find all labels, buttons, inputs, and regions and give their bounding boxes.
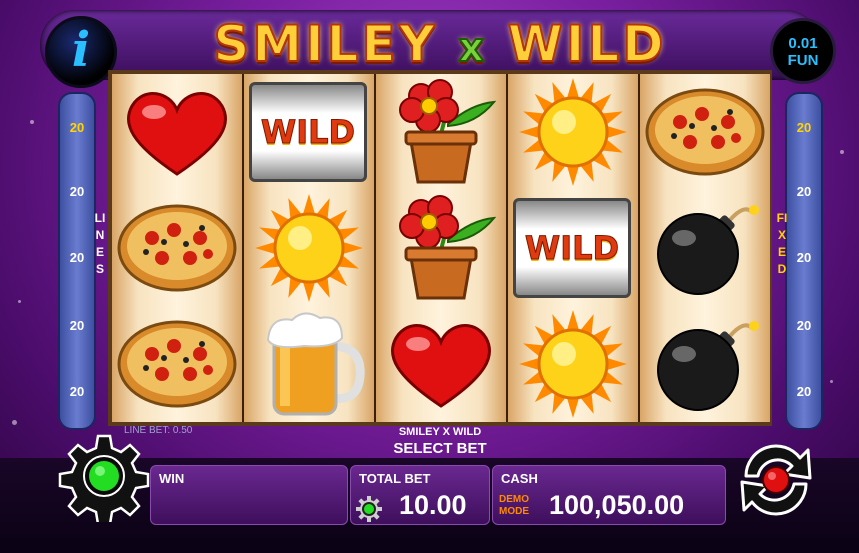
symbol-beer	[244, 306, 374, 422]
demo-mode-label: DEMO MODE	[499, 494, 529, 518]
symbol-wild: WILD	[508, 190, 638, 306]
reel-2: WILD	[244, 74, 374, 422]
line-value[interactable]: 20	[60, 250, 94, 265]
coin-value: 0.01	[788, 35, 818, 52]
pizza-icon	[645, 88, 765, 176]
currency-label: FUN	[787, 52, 819, 69]
symbol-wild: WILD	[244, 74, 374, 190]
line-value[interactable]: 20	[60, 318, 94, 333]
game-title: SMILEY x WILD	[212, 14, 667, 74]
total-bet-value: 10.00	[399, 490, 467, 520]
reel-5	[640, 74, 770, 422]
pizza-icon	[117, 320, 237, 408]
settings-gear-icon[interactable]	[58, 430, 150, 522]
symbol-sun	[508, 306, 638, 422]
reel-1	[112, 74, 242, 422]
wild-symbol: WILD	[249, 82, 367, 182]
symbol-pizza	[112, 306, 242, 422]
wild-symbol: WILD	[513, 198, 631, 298]
sun-icon	[519, 78, 627, 186]
line-value: 20	[796, 120, 812, 135]
reel-3	[376, 74, 506, 422]
line-value[interactable]: 20	[60, 384, 94, 399]
reels-area[interactable]: WILD WILD	[108, 70, 772, 426]
bet-gear-icon[interactable]	[356, 496, 382, 522]
line-value[interactable]: 20	[60, 184, 94, 199]
win-field: WIN	[150, 465, 348, 525]
symbol-flower	[376, 74, 506, 190]
coin-value-button[interactable]: 0.01 FUN	[770, 18, 836, 84]
lines-label: LINES	[94, 211, 106, 276]
reel-4: WILD	[508, 74, 638, 422]
heart-icon	[127, 92, 227, 176]
total-bet-label: TOTAL BET	[359, 471, 431, 486]
symbol-bomb	[640, 190, 770, 306]
win-label: WIN	[159, 471, 185, 486]
line-value: 20	[796, 250, 812, 265]
heart-icon	[391, 324, 491, 408]
line-value: 20	[796, 384, 812, 399]
sun-icon	[255, 194, 363, 302]
line-value: 20	[796, 184, 812, 199]
flower-icon	[399, 195, 497, 300]
sun-icon	[519, 310, 627, 418]
beer-icon	[266, 312, 365, 416]
pizza-icon	[117, 204, 237, 292]
cash-label: CASH	[501, 471, 538, 486]
line-value[interactable]: 20	[60, 120, 94, 135]
bomb-icon	[657, 205, 759, 295]
fixed-label: FIXED	[776, 211, 788, 276]
symbol-pizza	[112, 190, 242, 306]
select-bet-message: SELECT BET	[393, 440, 487, 457]
flower-icon	[399, 79, 497, 184]
demo-text: DEMO	[499, 494, 529, 505]
symbol-flower	[376, 190, 506, 306]
line-value: 20	[796, 318, 812, 333]
symbol-heart	[376, 306, 506, 422]
symbol-sun	[508, 74, 638, 190]
symbol-bomb	[640, 306, 770, 422]
symbol-heart	[112, 74, 242, 190]
symbol-sun	[244, 190, 374, 306]
cash-value: 100,050.00	[549, 490, 685, 520]
game-name: SMILEY X WILD	[398, 426, 482, 438]
lines-panel-left: 20 20 20 20 20	[58, 92, 96, 430]
mode-text: MODE	[499, 506, 529, 517]
symbol-pizza	[640, 74, 770, 190]
spin-arrows-icon[interactable]	[728, 432, 824, 528]
cash-field: CASH DEMO MODE 100,050.00	[492, 465, 726, 525]
bomb-icon	[657, 321, 759, 411]
lines-panel-right: 20 20 20 20 20	[785, 92, 823, 430]
info-icon[interactable]: i	[45, 16, 117, 88]
